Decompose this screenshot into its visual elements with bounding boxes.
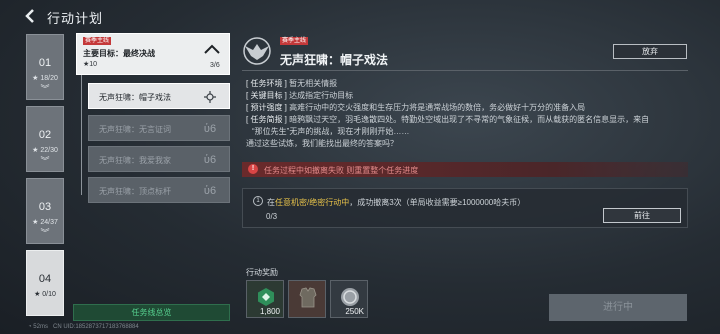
info-brief-question: 通过这些试炼，我们能找出最终的答案吗？: [246, 139, 398, 148]
main-goal-count: 3/6: [210, 62, 220, 69]
task-item-apex-benchmark[interactable]: 无声狂啸：顶点标杆 ὑ6: [88, 177, 230, 203]
chevron-down-icon: ︾: [40, 228, 50, 238]
medal-icon: ὑ6: [203, 154, 217, 166]
info-brief: [ 任务简报 ] 暗鸦飘过天空，羽毛逸散四处。特勤处空域出现了不寻常的气象征候，…: [246, 115, 650, 124]
reward-coin[interactable]: 250K: [330, 280, 368, 318]
chapter-number: 01: [38, 57, 52, 69]
alert-icon: !: [248, 164, 258, 174]
chapter-progress: ★ 0/10: [34, 291, 56, 298]
objective-text: 在任意机密/绝密行动中，成功撤离3次（单局收益需要≥1000000哈夫币）: [267, 198, 526, 207]
task-label: 无声狂啸：顶点标杆: [99, 187, 171, 196]
latency: 52ms: [33, 324, 48, 330]
season-tag: 赛季主线: [280, 37, 309, 45]
main-goal-stars: ★10: [83, 61, 98, 68]
reward-value: 250K: [345, 307, 364, 316]
objective-progress: 0/3: [266, 212, 278, 221]
page-title: 行动计划: [47, 11, 104, 26]
chapter-tab-02[interactable]: 02 ★ 22/30 ︾: [26, 106, 64, 172]
task-title: 无声狂啸：帽子戏法: [280, 53, 389, 67]
task-label: 无声狂啸：帽子戏法: [99, 93, 171, 102]
divider: [242, 70, 688, 71]
rewards-label: 行动奖励: [246, 268, 278, 277]
info-key-goal: [ 关键目标 ] 达成指定行动目标: [246, 91, 354, 100]
user-uid: CN UID:1852873717183768884: [52, 324, 139, 330]
armor-icon: [298, 287, 318, 308]
reward-armor[interactable]: [288, 280, 326, 318]
target-icon: [203, 90, 217, 104]
info-intensity: [ 预计强度 ] 高难行动中的交火强度和生存压力将是通常战场的数倍，务必做好十万…: [246, 103, 586, 112]
chapter-tab-03[interactable]: 03 ★ 24/37 ︾: [26, 178, 64, 244]
medal-icon: ὑ6: [203, 123, 217, 135]
task-item-love-my-home[interactable]: 无声狂啸：我爱我家 ὑ6: [88, 146, 230, 172]
season-tag: 赛季主线: [83, 37, 112, 45]
chapter-tab-01[interactable]: 01 ★ 18/20 ︾: [26, 34, 64, 100]
main-goal-title: 主要目标：最终决战: [83, 49, 155, 58]
main-goal-card[interactable]: 赛季主线 主要目标：最终决战 ★10 3/6: [76, 33, 230, 75]
chapter-number: 02: [38, 129, 52, 141]
task-item-hat-trick[interactable]: 无声狂啸：帽子戏法: [88, 83, 230, 109]
status-bar: ◔ 52ms CN UID:1852873717183768884: [28, 324, 139, 330]
chapter-tab-04[interactable]: 04 ★ 0/10: [26, 250, 64, 316]
abandon-button[interactable]: 放弃: [613, 44, 687, 59]
questline-overview-button[interactable]: 任务线总览: [73, 304, 230, 321]
chapter-progress: ★ 18/20: [32, 75, 58, 82]
goto-button[interactable]: 前往: [603, 208, 681, 223]
task-label: 无声狂啸：我爱我家: [99, 156, 171, 165]
chapter-progress: ★ 22/30: [32, 147, 58, 154]
medal-icon: ὑ6: [203, 185, 217, 197]
info-environment: [ 任务环境 ] 暂无相关情报: [246, 79, 338, 88]
warning-text: 任务过程中如撤离失败 则重置整个任务进度: [264, 166, 419, 175]
chapter-number: 04: [38, 273, 52, 285]
objective-number: 1: [253, 196, 263, 206]
wifi-icon: ◔: [28, 324, 32, 330]
chapter-number: 03: [38, 201, 52, 213]
info-brief-continued: “那位先生”无声的挑战，现在才刚刚开始……: [252, 127, 410, 136]
task-item-silent-testimony[interactable]: 无声狂啸：无言证词 ὑ6: [88, 115, 230, 141]
reward-currency[interactable]: 1,800: [246, 280, 284, 318]
chevron-up-icon[interactable]: [203, 42, 221, 56]
objective-box: 1 在任意机密/绝密行动中，成功撤离3次（单局收益需要≥1000000哈夫币） …: [242, 188, 688, 228]
currency-icon: [256, 287, 276, 307]
back-icon[interactable]: [22, 7, 40, 25]
eagle-emblem-icon: [241, 36, 273, 66]
warning-banner: ! 任务过程中如撤离失败 则重置整个任务进度: [242, 162, 688, 177]
in-progress-button[interactable]: 进行中: [549, 294, 687, 321]
chapter-progress: ★ 24/37: [32, 219, 58, 226]
coin-icon: [340, 287, 360, 307]
chevron-down-icon: ︾: [40, 84, 50, 94]
reward-value: 1,800: [259, 307, 280, 316]
chevron-down-icon: ︾: [40, 156, 50, 166]
task-label: 无声狂啸：无言证词: [99, 125, 171, 134]
